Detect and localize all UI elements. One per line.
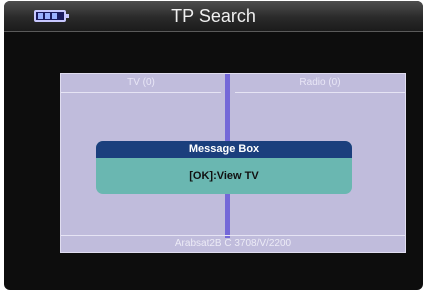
page-title: TP Search [171, 6, 256, 26]
tv-channel-count[interactable]: TV (0) [61, 74, 221, 93]
radio-channel-count[interactable]: Radio (0) [235, 74, 405, 93]
message-box-text[interactable]: [OK]:View TV [96, 158, 352, 194]
transponder-status: Arabsat2B C 3708/V/2200 [61, 235, 405, 252]
device-screen: TP Search TV (0) Radio (0) Arabsat2B C 3… [4, 1, 423, 290]
message-box-title: Message Box [96, 141, 352, 158]
message-box-dialog[interactable]: Message Box [OK]:View TV [96, 141, 352, 194]
title-bar: TP Search [4, 1, 423, 32]
